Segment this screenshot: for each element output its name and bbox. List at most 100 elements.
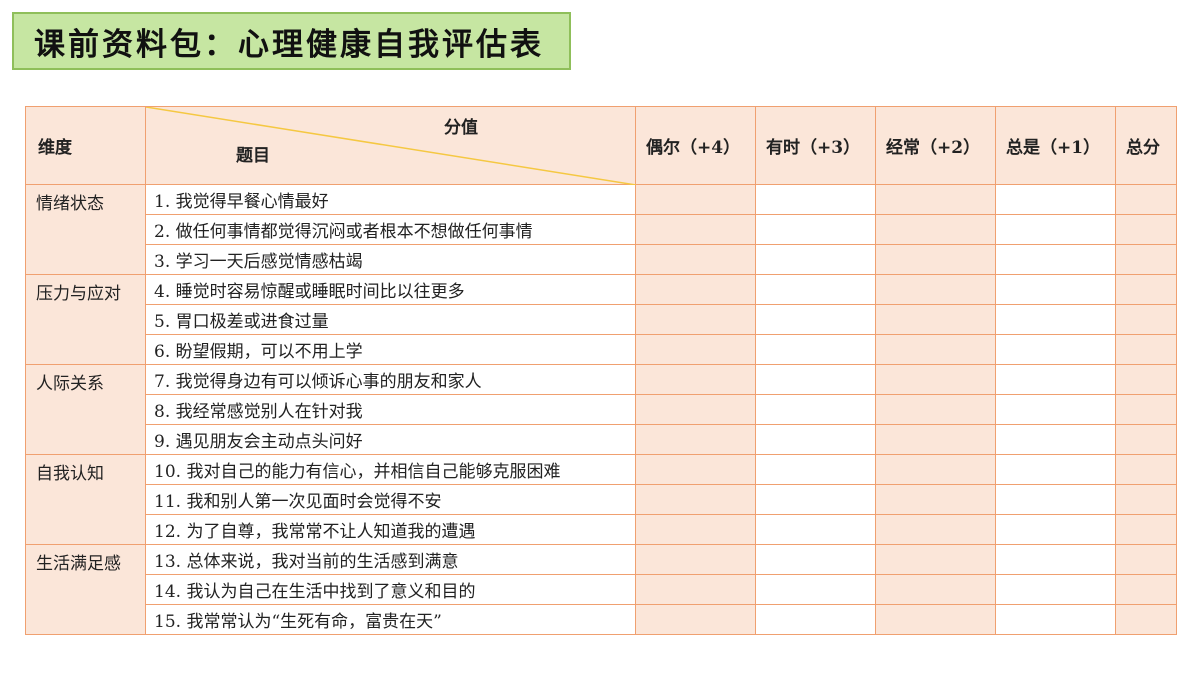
dimension-header: 维度 — [25, 106, 146, 185]
question-cell: 9. 遇见朋友会主动点头问好 — [145, 424, 636, 455]
table-row: 情绪状态 1. 我觉得早餐心情最好 — [25, 184, 1177, 275]
score-input-cell[interactable] — [875, 364, 996, 395]
score-input-cell[interactable] — [1115, 514, 1177, 545]
score-input-cell[interactable] — [755, 574, 876, 605]
score-input-cell[interactable] — [995, 544, 1116, 575]
score-input-cell[interactable] — [1115, 484, 1177, 515]
score-input-cell[interactable] — [1115, 604, 1177, 635]
score-input-cell[interactable] — [875, 484, 996, 515]
table-row: 自我认知 10. 我对自己的能力有信心，并相信自己能够克服困难 — [25, 454, 1177, 545]
score-input-cell[interactable] — [1115, 304, 1177, 335]
score-input-cell[interactable] — [995, 364, 1116, 395]
score-input-cell[interactable] — [635, 364, 756, 395]
score-input-cell[interactable] — [875, 454, 996, 485]
score-input-cell[interactable] — [875, 514, 996, 545]
score-input-cell[interactable] — [995, 604, 1116, 635]
score-input-cell[interactable] — [755, 334, 876, 365]
score-input-cell[interactable] — [635, 424, 756, 455]
score-input-cell[interactable] — [1115, 184, 1177, 215]
score-input-cell[interactable] — [755, 604, 876, 635]
score-input-cell[interactable] — [1115, 394, 1177, 425]
score-input-cell[interactable] — [1115, 244, 1177, 275]
score-input-cell[interactable] — [995, 244, 1116, 275]
score-input-cell[interactable] — [635, 574, 756, 605]
score-input-cell[interactable] — [635, 484, 756, 515]
diagonal-header-cell: 分值 题目 — [145, 106, 636, 185]
score-input-cell[interactable] — [755, 454, 876, 485]
score-input-cell[interactable] — [995, 514, 1116, 545]
score-input-cell[interactable] — [755, 394, 876, 425]
score-input-cell[interactable] — [755, 424, 876, 455]
score-input-cell[interactable] — [875, 544, 996, 575]
score-input-cell[interactable] — [755, 544, 876, 575]
score-input-cell[interactable] — [995, 574, 1116, 605]
score-input-cell[interactable] — [1115, 424, 1177, 455]
score-input-cell[interactable] — [635, 214, 756, 245]
score-input-cell[interactable] — [995, 274, 1116, 305]
table-row: 15. 我常常认为“生死有命，富贵在天” — [26, 604, 1177, 635]
score-input-cell[interactable] — [755, 514, 876, 545]
dimension-cell: 压力与应对 — [25, 274, 146, 365]
score-input-cell[interactable] — [875, 274, 996, 305]
page-title: 课前资料包：心理健康自我评估表 — [12, 12, 571, 70]
score-input-cell[interactable] — [635, 184, 756, 215]
score-input-cell[interactable] — [995, 484, 1116, 515]
score-input-cell[interactable] — [635, 304, 756, 335]
score-input-cell[interactable] — [875, 334, 996, 365]
score-input-cell[interactable] — [995, 454, 1116, 485]
score-input-cell[interactable] — [875, 604, 996, 635]
score-input-cell[interactable] — [875, 304, 996, 335]
score-input-cell[interactable] — [1115, 274, 1177, 305]
score-input-cell[interactable] — [1115, 364, 1177, 395]
question-cell: 15. 我常常认为“生死有命，富贵在天” — [145, 604, 636, 635]
score-input-cell[interactable] — [635, 244, 756, 275]
dimension-cell: 自我认知 — [25, 454, 146, 545]
score-input-cell[interactable] — [1115, 454, 1177, 485]
score-input-cell[interactable] — [635, 274, 756, 305]
question-cell: 6. 盼望假期，可以不用上学 — [145, 334, 636, 365]
score-input-cell[interactable] — [875, 214, 996, 245]
score-input-cell[interactable] — [1115, 544, 1177, 575]
score-input-cell[interactable] — [635, 394, 756, 425]
table-row: 生活满足感 13. 总体来说，我对当前的生活感到满意 — [25, 544, 1177, 635]
table-row: 9. 遇见朋友会主动点头问好 — [26, 424, 1177, 455]
question-cell: 8. 我经常感觉别人在针对我 — [145, 394, 636, 425]
score-input-cell[interactable] — [755, 184, 876, 215]
table-row: 6. 盼望假期，可以不用上学 — [26, 334, 1177, 365]
score-input-cell[interactable] — [635, 454, 756, 485]
score-input-cell[interactable] — [875, 184, 996, 215]
table-row: 2. 做任何事情都觉得沉闷或者根本不想做任何事情 — [26, 214, 1177, 245]
total-header: 总分 — [1115, 106, 1177, 185]
score-input-cell[interactable] — [995, 184, 1116, 215]
score-input-cell[interactable] — [995, 394, 1116, 425]
score-input-cell[interactable] — [635, 334, 756, 365]
score-input-cell[interactable] — [635, 514, 756, 545]
assessment-table: 维度 分值 题目 偶尔（+4） 有时（+3） 经常（+2） 总是（+1） 总分 … — [25, 106, 1177, 635]
score-input-cell[interactable] — [875, 244, 996, 275]
score-input-cell[interactable] — [635, 604, 756, 635]
score-input-cell[interactable] — [995, 304, 1116, 335]
score-input-cell[interactable] — [995, 334, 1116, 365]
score-input-cell[interactable] — [875, 574, 996, 605]
score-input-cell[interactable] — [755, 274, 876, 305]
score-input-cell[interactable] — [755, 364, 876, 395]
score-input-cell[interactable] — [875, 394, 996, 425]
question-cell: 12. 为了自尊，我常常不让人知道我的遭遇 — [145, 514, 636, 545]
score-input-cell[interactable] — [755, 484, 876, 515]
score-input-cell[interactable] — [995, 424, 1116, 455]
score-input-cell[interactable] — [875, 424, 996, 455]
score-input-cell[interactable] — [755, 214, 876, 245]
score-input-cell[interactable] — [1115, 334, 1177, 365]
table-row: 压力与应对 4. 睡觉时容易惊醒或睡眠时间比以往更多 — [25, 274, 1177, 365]
table-row: 12. 为了自尊，我常常不让人知道我的遭遇 — [26, 514, 1177, 545]
score-input-cell[interactable] — [1115, 574, 1177, 605]
score-input-cell[interactable] — [635, 544, 756, 575]
question-cell: 7. 我觉得身边有可以倾诉心事的朋友和家人 — [145, 364, 636, 395]
table-row: 人际关系 7. 我觉得身边有可以倾诉心事的朋友和家人 — [25, 364, 1177, 455]
score-input-cell[interactable] — [995, 214, 1116, 245]
score-input-cell[interactable] — [755, 304, 876, 335]
score-input-cell[interactable] — [755, 244, 876, 275]
question-cell: 14. 我认为自己在生活中找到了意义和目的 — [145, 574, 636, 605]
column-header: 经常（+2） — [875, 106, 996, 185]
score-input-cell[interactable] — [1115, 214, 1177, 245]
